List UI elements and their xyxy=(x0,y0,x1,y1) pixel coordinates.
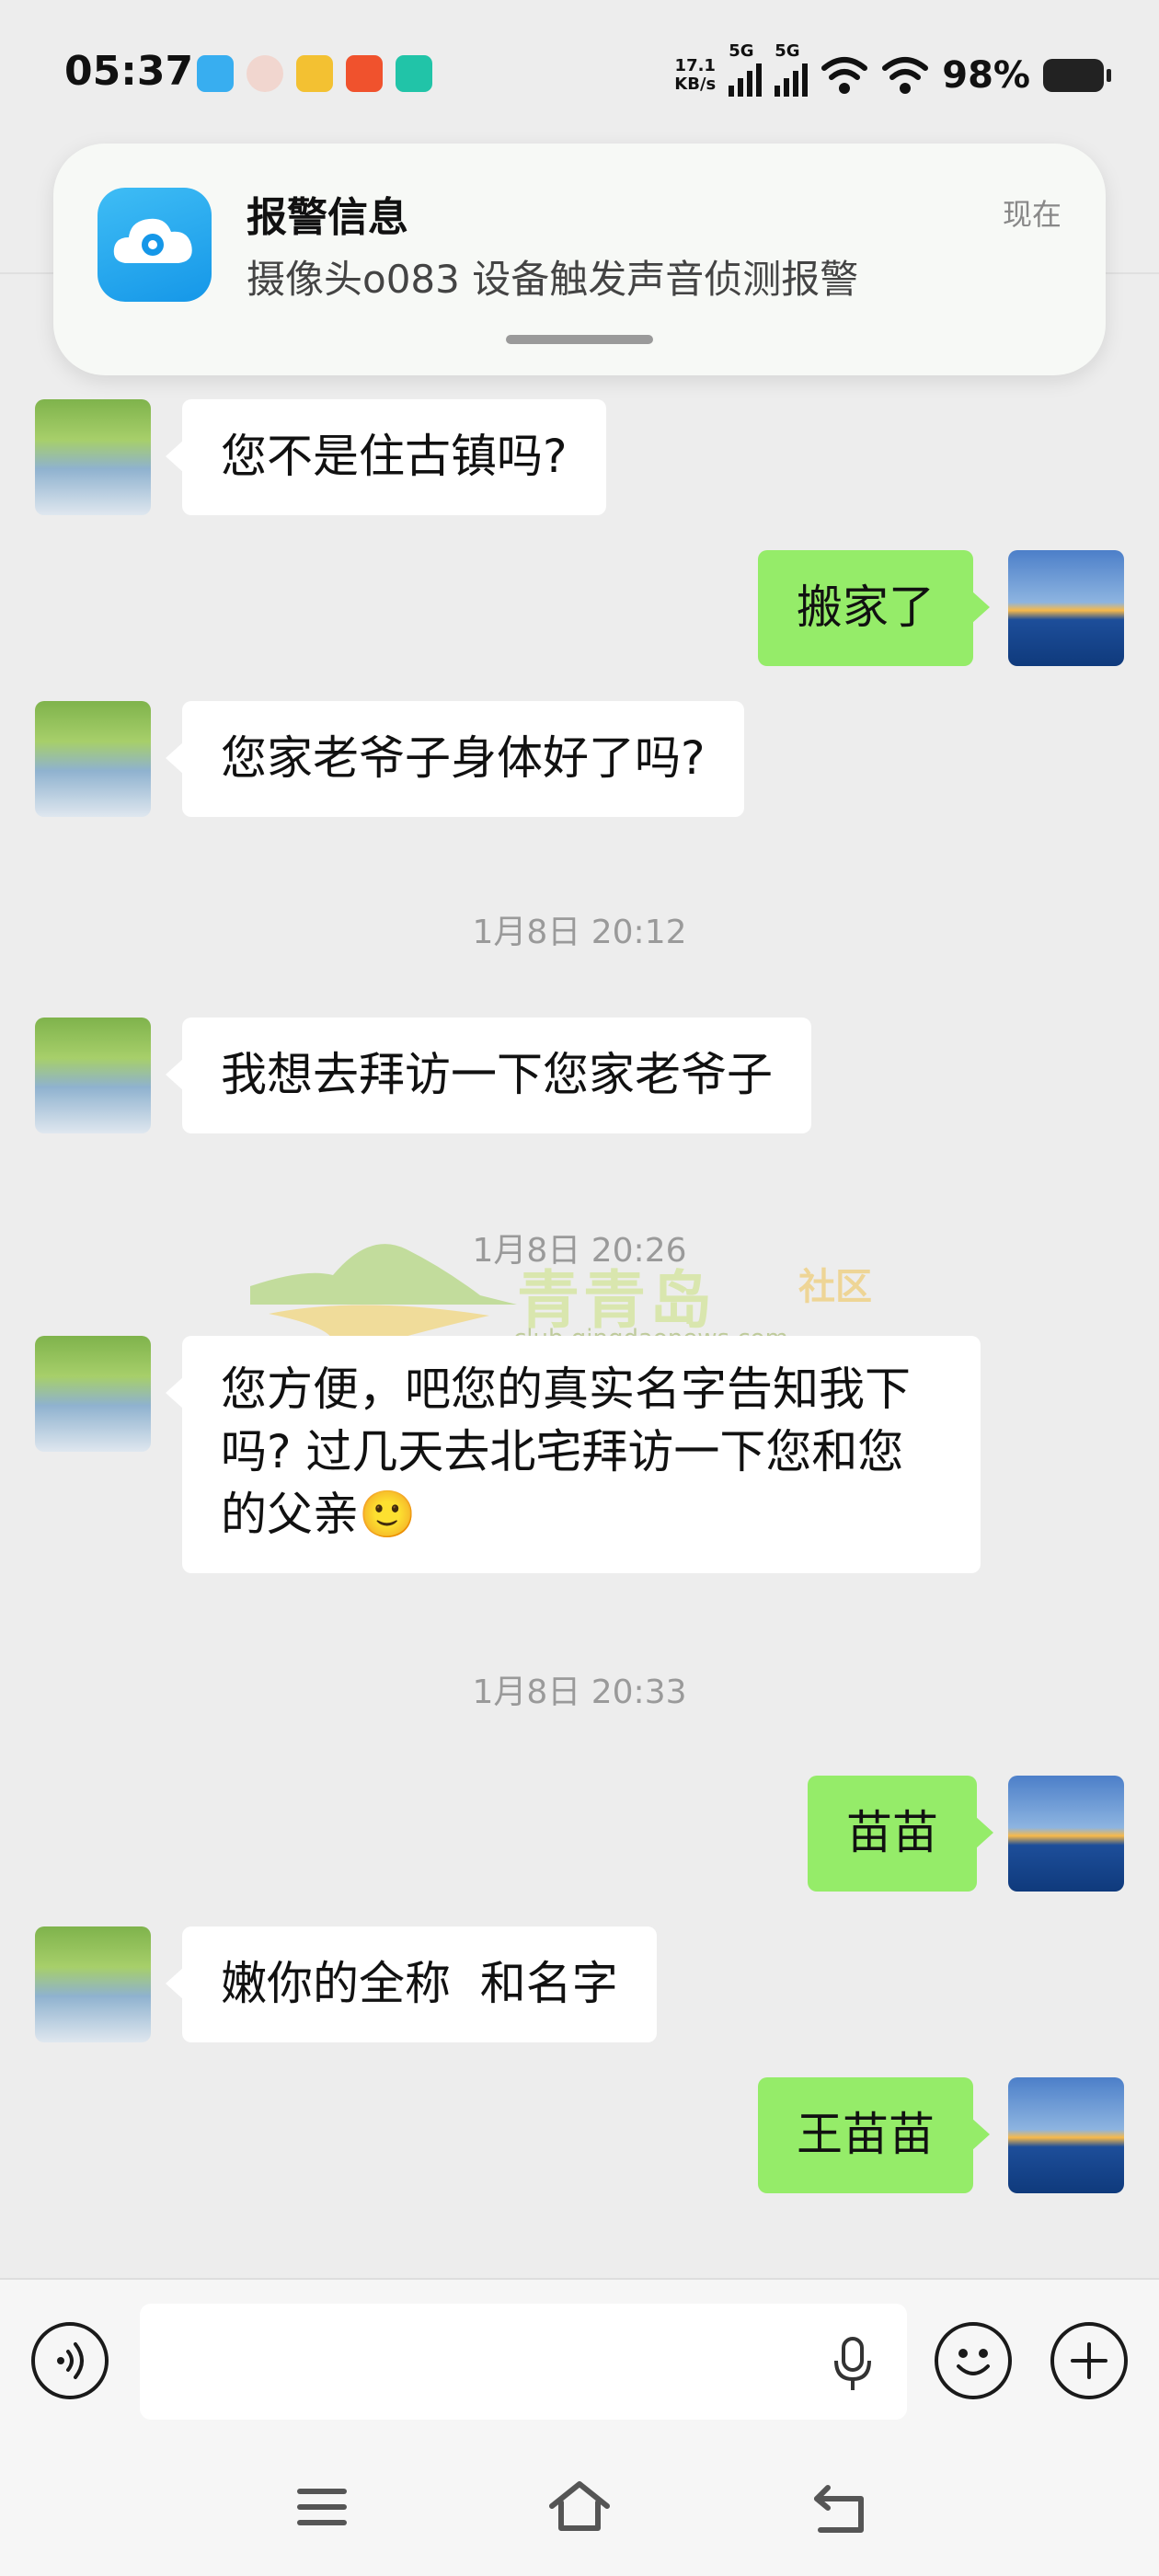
message-input[interactable] xyxy=(140,2304,907,2420)
plus-icon xyxy=(1071,2342,1107,2379)
back-icon[interactable] xyxy=(809,2480,868,2536)
message-bubble-outgoing[interactable]: 苗苗 xyxy=(808,1776,993,1892)
emoji-icon xyxy=(957,2349,990,2375)
emoji-button[interactable] xyxy=(935,2322,1012,2399)
contact-avatar[interactable] xyxy=(35,1018,151,1133)
message-bubble-outgoing[interactable]: 王苗苗 xyxy=(758,2077,990,2193)
notification-banner[interactable]: 报警信息 现在 摄像头o083 设备触发声音侦测报警 xyxy=(53,144,1106,375)
notification-body: 摄像头o083 设备触发声音侦测报警 xyxy=(247,257,859,302)
home-icon[interactable] xyxy=(546,2478,613,2534)
input-bar xyxy=(0,2278,1159,2445)
message-bubble-incoming[interactable]: 您不是住古镇吗? xyxy=(166,399,606,515)
message-bubble-incoming[interactable]: 您家老爷子身体好了吗? xyxy=(166,701,744,817)
contact-avatar[interactable] xyxy=(35,701,151,817)
message-bubble-incoming[interactable]: 嫩你的全称 和名字 xyxy=(166,1926,657,2042)
message-bubble-incoming[interactable]: 我想去拜访一下您家老爷子 xyxy=(166,1018,811,1133)
message-timestamp: 1月8日 20:12 xyxy=(472,914,687,951)
my-avatar[interactable] xyxy=(1008,1776,1124,1892)
voice-toggle-button[interactable] xyxy=(31,2322,109,2399)
contact-avatar[interactable] xyxy=(35,399,151,515)
watermark-tag: 社区 xyxy=(798,1266,872,1308)
message-bubble-outgoing[interactable]: 搬家了 xyxy=(758,550,990,666)
notification-title: 报警信息 xyxy=(247,194,408,241)
voice-icon xyxy=(57,2342,84,2379)
notification-time: 现在 xyxy=(1002,197,1061,232)
camera-cloud-icon xyxy=(98,188,212,302)
contact-avatar[interactable] xyxy=(35,1926,151,2042)
more-plus-button[interactable] xyxy=(1050,2322,1128,2399)
my-avatar[interactable] xyxy=(1008,2077,1124,2193)
message-bubble-incoming[interactable]: 您方便，吧您的真实名字告知我下吗? 过几天去北宅拜访一下您和您的父亲🙂 xyxy=(166,1336,981,1573)
my-avatar[interactable] xyxy=(1008,550,1124,666)
mic-icon[interactable] xyxy=(832,2335,874,2392)
contact-avatar[interactable] xyxy=(35,1336,151,1452)
menu-icon[interactable] xyxy=(294,2484,350,2530)
system-nav-bar xyxy=(0,2444,1159,2576)
notification-drag-handle[interactable] xyxy=(506,335,653,344)
message-timestamp: 1月8日 20:33 xyxy=(472,1673,687,1711)
